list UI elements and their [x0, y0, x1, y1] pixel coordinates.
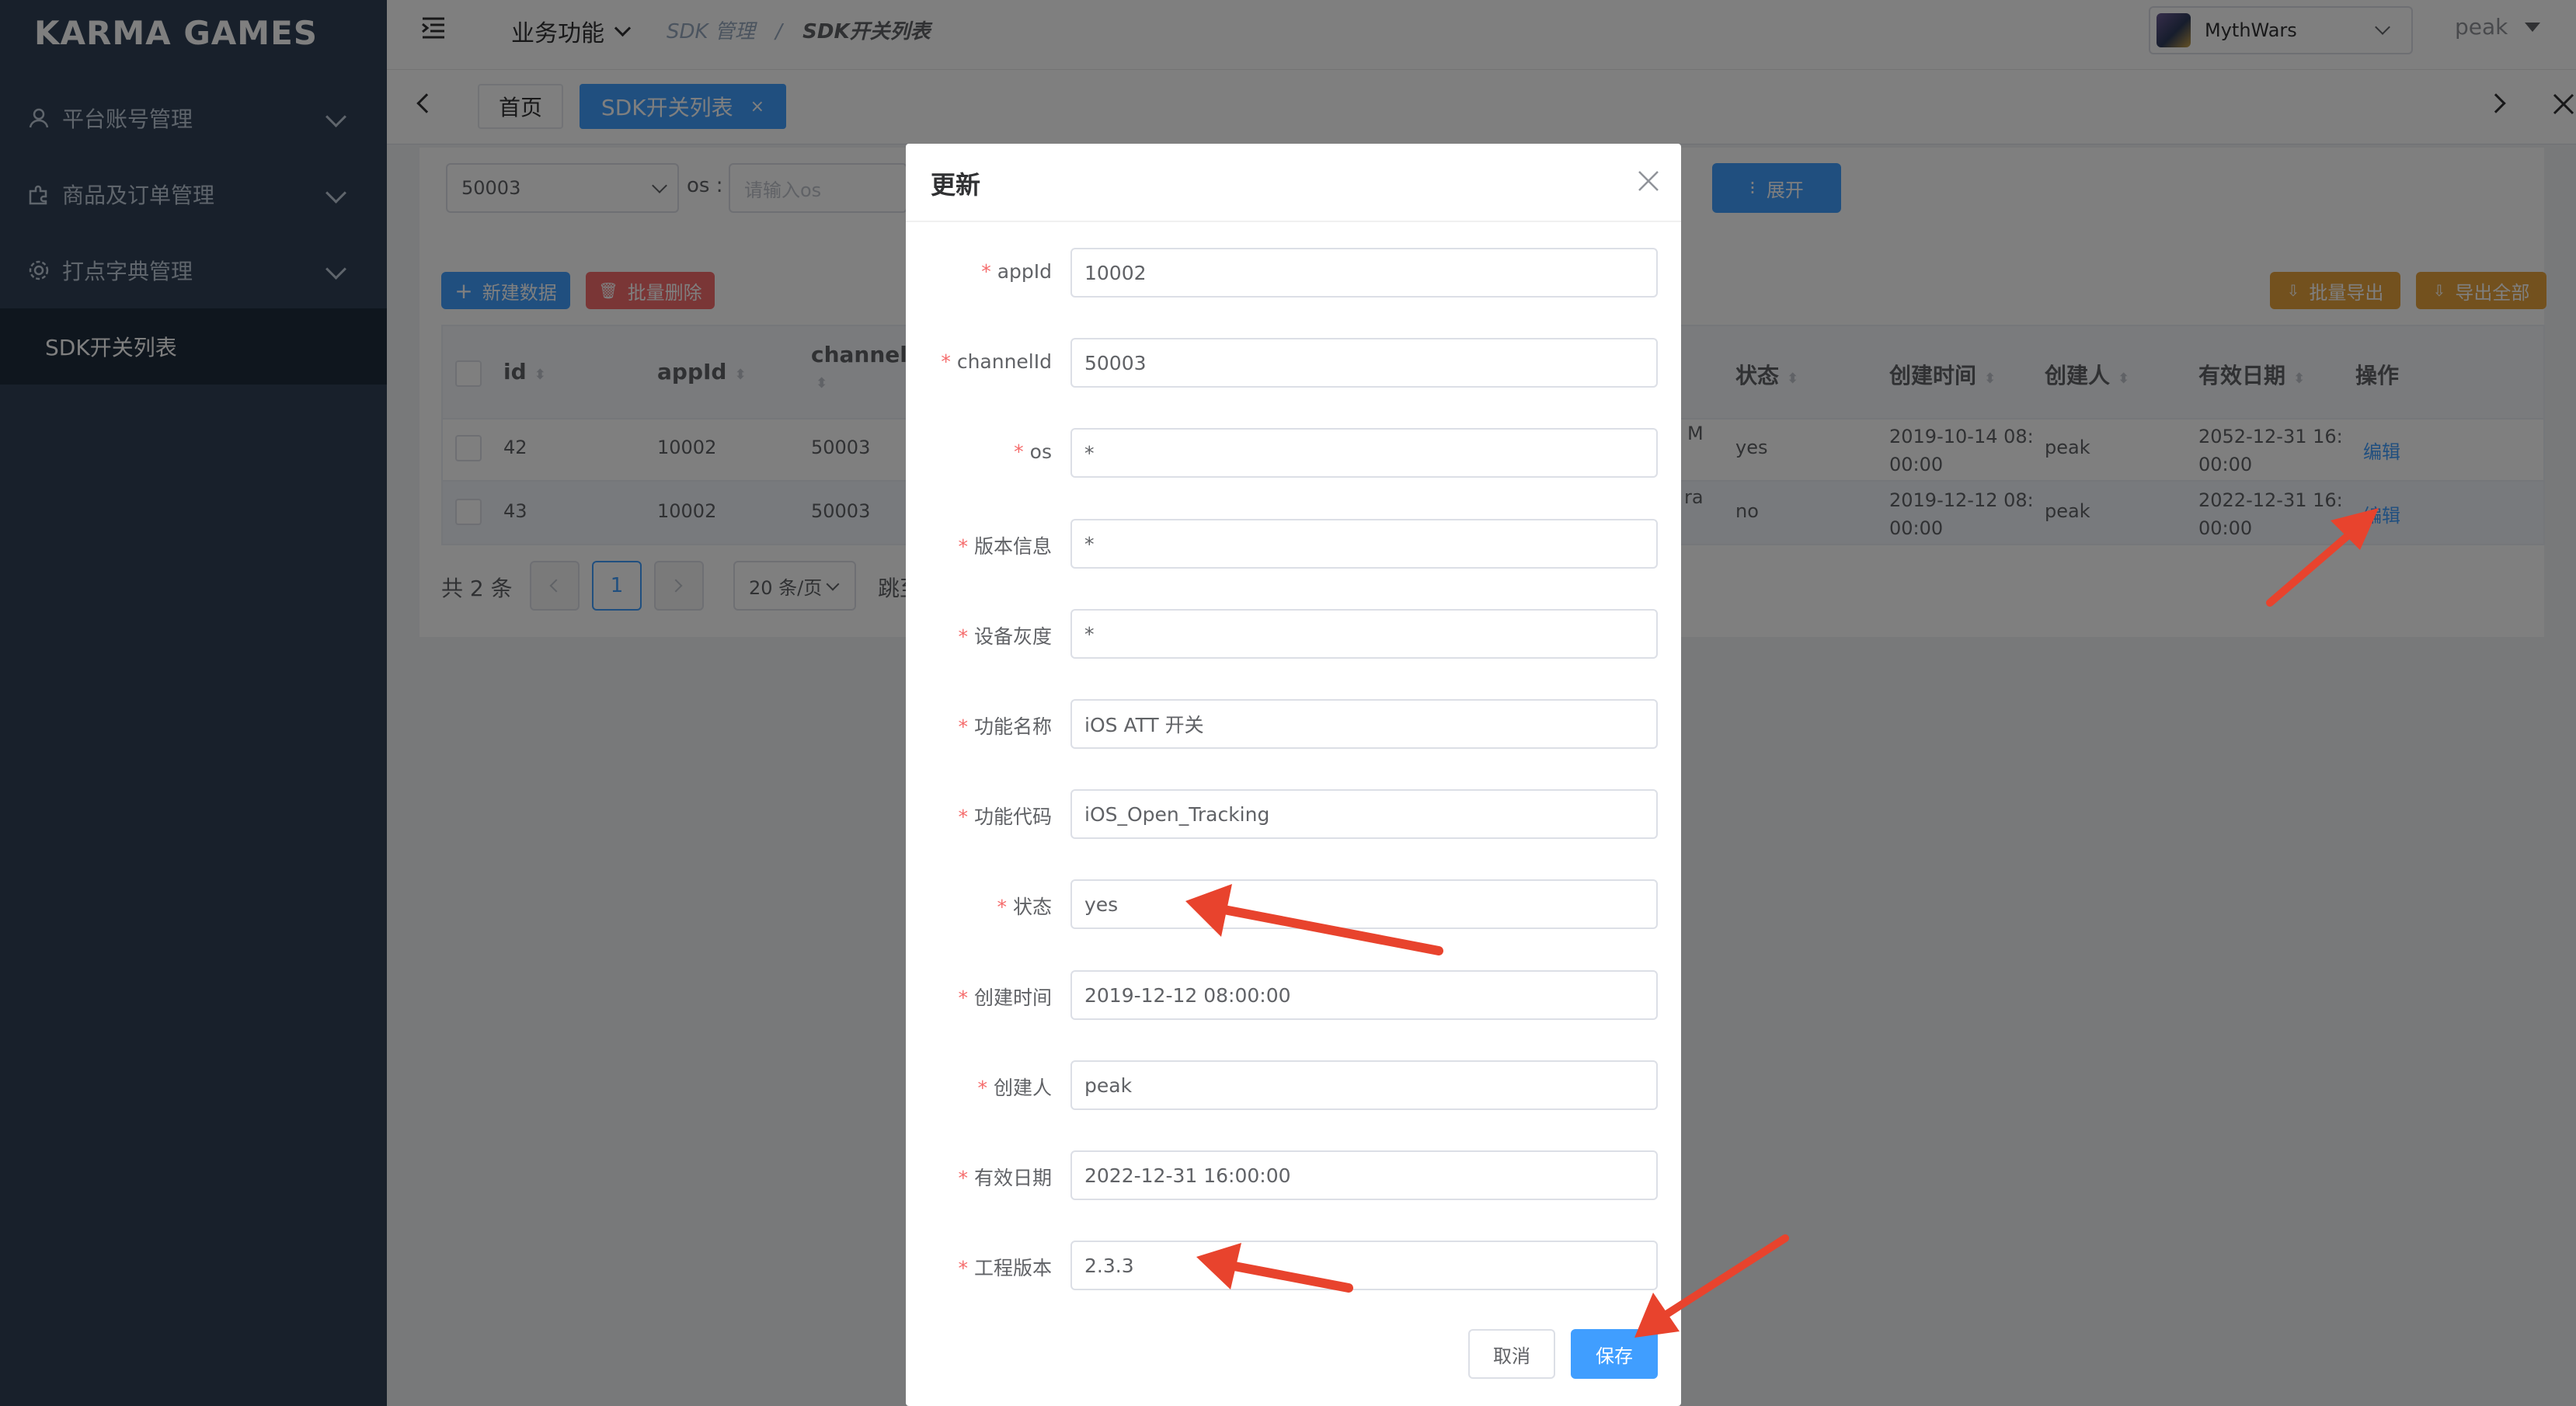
update-dialog: 更新 * appId 10002 * channelId 50003 * os * * 版本信息 * *…	[906, 144, 1681, 1406]
field-label-text: 设备灰度	[973, 625, 1052, 648]
required-asterisk: *	[997, 896, 1007, 918]
field-label-text: 工程版本	[973, 1257, 1052, 1279]
field-input[interactable]: iOS ATT 开关	[1070, 699, 1658, 749]
field-input[interactable]: *	[1070, 519, 1658, 569]
field-input[interactable]: *	[1070, 609, 1658, 659]
cancel-label: 取消	[1493, 1345, 1530, 1367]
field-input[interactable]: 2.3.3	[1070, 1241, 1658, 1290]
field-label-text: channelId	[956, 350, 1052, 373]
required-asterisk: *	[958, 1257, 968, 1279]
field-input[interactable]: yes	[1070, 879, 1658, 929]
field-label-text: appId	[997, 260, 1052, 283]
required-asterisk: *	[941, 350, 951, 373]
dialog-divider	[906, 221, 1681, 222]
field-label-text: 版本信息	[973, 535, 1052, 558]
field-label: * 功能代码	[958, 802, 1052, 830]
field-label-text: 创建时间	[973, 987, 1052, 1009]
field-label-text: 功能代码	[973, 806, 1052, 828]
field-label: * channelId	[941, 350, 1052, 373]
required-asterisk: *	[958, 625, 968, 648]
save-button[interactable]: 保存	[1571, 1329, 1658, 1379]
required-asterisk: *	[981, 260, 991, 283]
field-label-text: os	[1029, 440, 1052, 463]
field-label: * 状态	[997, 892, 1052, 920]
required-asterisk: *	[977, 1077, 987, 1099]
field-label: * 工程版本	[958, 1253, 1052, 1281]
required-asterisk: *	[958, 987, 968, 1009]
field-label-text: 有效日期	[973, 1167, 1052, 1189]
required-asterisk: *	[958, 806, 968, 828]
field-label: * 创建人	[977, 1073, 1052, 1101]
field-input[interactable]: 50003	[1070, 338, 1658, 388]
required-asterisk: *	[958, 1167, 968, 1189]
field-input[interactable]: 2022-12-31 16:00:00	[1070, 1150, 1658, 1200]
cancel-button[interactable]: 取消	[1468, 1329, 1555, 1379]
field-label: * 设备灰度	[958, 621, 1052, 649]
field-input[interactable]: 10002	[1070, 248, 1658, 298]
field-label: * 版本信息	[958, 531, 1052, 559]
field-label-text: 状态	[1012, 896, 1052, 918]
field-input[interactable]: *	[1070, 428, 1658, 478]
field-label: * os	[1014, 440, 1052, 463]
required-asterisk: *	[1014, 440, 1024, 463]
field-input[interactable]: peak	[1070, 1060, 1658, 1110]
field-label: * 功能名称	[958, 712, 1052, 740]
field-label-text: 创建人	[993, 1077, 1052, 1099]
required-asterisk: *	[958, 715, 968, 738]
dialog-title: 更新	[931, 170, 981, 200]
field-label-text: 功能名称	[973, 715, 1052, 738]
save-label: 保存	[1596, 1345, 1633, 1367]
field-input[interactable]: iOS_Open_Tracking	[1070, 789, 1658, 839]
field-label: * appId	[981, 260, 1052, 283]
required-asterisk: *	[958, 535, 968, 558]
field-label: * 创建时间	[958, 983, 1052, 1011]
field-input[interactable]: 2019-12-12 08:00:00	[1070, 970, 1658, 1020]
field-label: * 有效日期	[958, 1163, 1052, 1191]
close-icon[interactable]	[1634, 167, 1662, 195]
